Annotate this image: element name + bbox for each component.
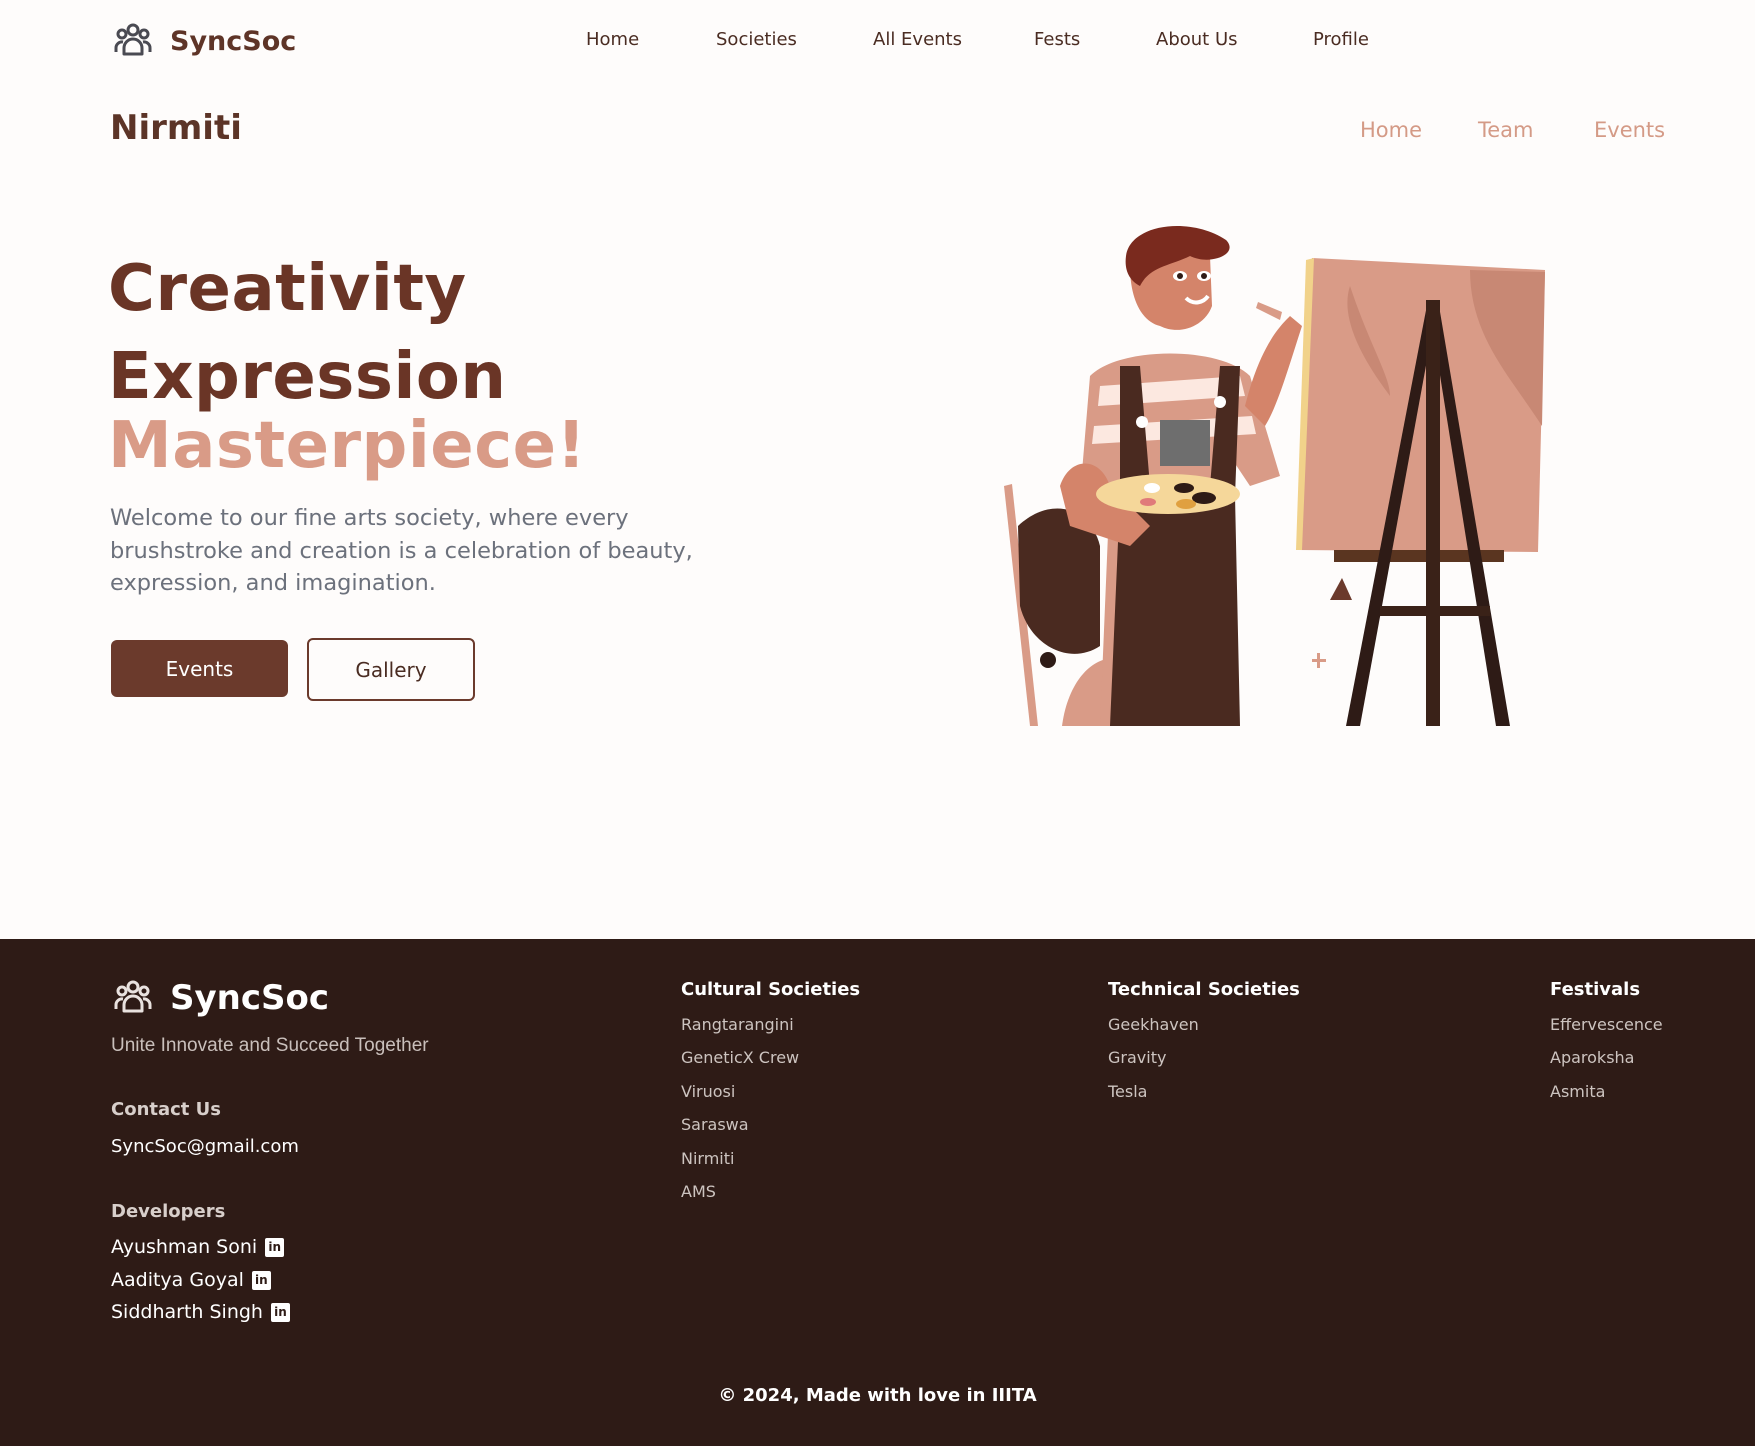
subnav-home[interactable]: Home (1360, 118, 1422, 142)
footer-link-nirmiti[interactable]: Nirmiti (681, 1149, 734, 1168)
developer-item: Ayushman Soni in (111, 1236, 285, 1258)
linkedin-icon[interactable]: in (265, 1237, 285, 1257)
nav-societies[interactable]: Societies (716, 29, 797, 50)
painter-at-easel-illustration (1004, 226, 1545, 726)
footer-link-viruosi[interactable]: Viruosi (681, 1082, 735, 1101)
nav-all-events[interactable]: All Events (873, 29, 962, 50)
contact-us-heading: Contact Us (111, 1099, 222, 1120)
brand[interactable]: SyncSoc (112, 20, 296, 62)
footer-tagline: Unite Innovate and Succeed Together (111, 1035, 429, 1056)
hero-line-3: Masterpiece! (108, 409, 587, 483)
footer-brand[interactable]: SyncSoc (112, 977, 329, 1019)
technical-societies-heading: Technical Societies (1108, 979, 1300, 1000)
footer-link-rangtarangini[interactable]: Rangtarangini (681, 1015, 794, 1034)
developer-name: Aaditya Goyal (111, 1269, 244, 1291)
users-group-icon (114, 23, 152, 56)
footer-link-effervescence[interactable]: Effervescence (1550, 1015, 1663, 1034)
cultural-societies-heading: Cultural Societies (681, 979, 861, 1000)
hero-line-2: Expression (108, 340, 507, 414)
footer: SyncSoc Unite Innovate and Succeed Toget… (0, 939, 1755, 1446)
developer-name: Siddharth Singh (111, 1301, 263, 1323)
nav-home[interactable]: Home (586, 29, 639, 50)
gallery-button[interactable]: Gallery (307, 638, 475, 701)
festivals-heading: Festivals (1550, 979, 1641, 1000)
subnav-events[interactable]: Events (1594, 118, 1665, 142)
developer-name: Ayushman Soni (111, 1236, 258, 1258)
nav-profile[interactable]: Profile (1313, 29, 1369, 50)
developer-item: Siddharth Singh in (111, 1301, 290, 1323)
hero-description: Welcome to our fine arts society, where … (110, 505, 693, 596)
footer-link-asmita[interactable]: Asmita (1550, 1082, 1605, 1101)
developer-item: Aaditya Goyal in (111, 1269, 271, 1291)
nav-fests[interactable]: Fests (1034, 29, 1080, 50)
events-button[interactable]: Events (111, 640, 288, 697)
footer-brand-name: SyncSoc (170, 978, 330, 1018)
developers-heading: Developers (111, 1201, 226, 1222)
footer-link-aparoksha[interactable]: Aparoksha (1550, 1048, 1634, 1067)
top-navbar: SyncSoc Home Societies All Events Fests … (0, 0, 1755, 84)
nav-about-us[interactable]: About Us (1156, 29, 1238, 50)
footer-link-saraswa[interactable]: Saraswa (681, 1115, 749, 1134)
copyright-text: © 2024, Made with love in IIITA (718, 1385, 1037, 1406)
hero-line-1: Creativity (108, 252, 467, 326)
linkedin-icon[interactable]: in (251, 1270, 271, 1290)
footer-link-tesla[interactable]: Tesla (1108, 1082, 1147, 1101)
brand-name: SyncSoc (170, 25, 297, 57)
users-group-icon (114, 980, 152, 1013)
footer-link-geekhaven[interactable]: Geekhaven (1108, 1015, 1199, 1034)
footer-link-geneticx-crew[interactable]: GeneticX Crew (681, 1048, 799, 1067)
society-title: Nirmiti (110, 108, 242, 148)
linkedin-icon[interactable]: in (270, 1302, 290, 1322)
footer-link-ams[interactable]: AMS (681, 1182, 716, 1201)
contact-email-link[interactable]: SyncSoc@gmail.com (111, 1136, 299, 1157)
subnav-team[interactable]: Team (1478, 118, 1534, 142)
footer-link-gravity[interactable]: Gravity (1108, 1048, 1166, 1067)
